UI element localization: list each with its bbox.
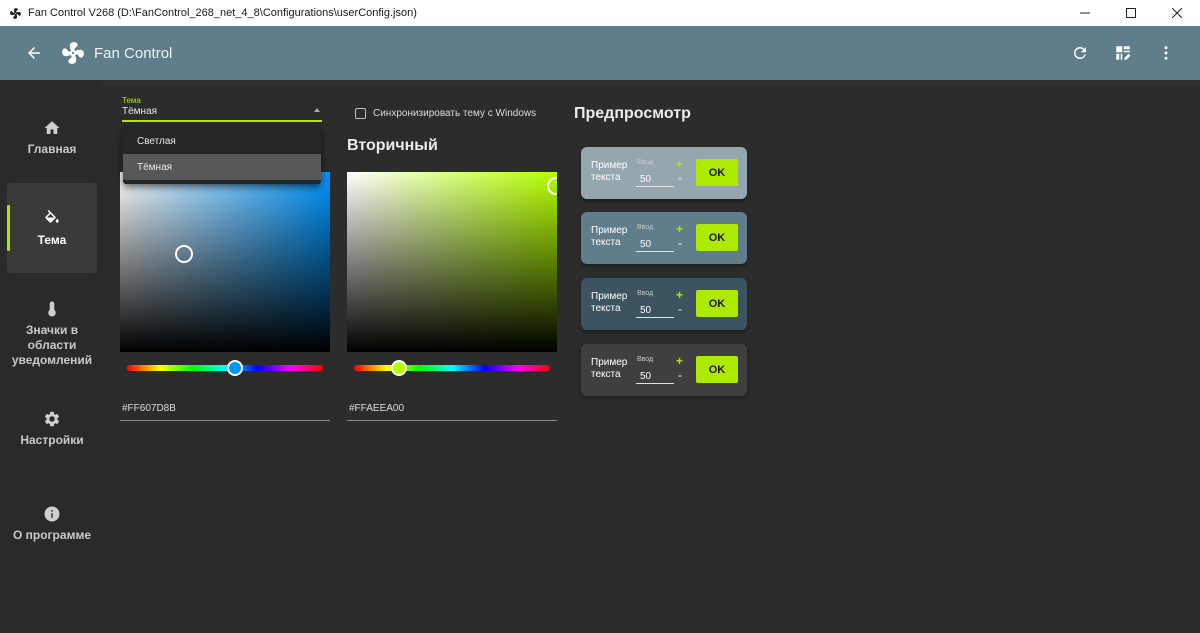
- preview-card-light: Пример текста Ввод 50 + - OK: [581, 147, 747, 199]
- preview-sample-text: Пример текста: [591, 160, 628, 183]
- theme-select-value: Тёмная: [122, 106, 158, 117]
- primary-hue-thumb[interactable]: [227, 360, 243, 376]
- sidebar-item-label: О программе: [12, 527, 91, 542]
- preview-sample-text: Пример текста: [591, 291, 628, 314]
- sync-theme-checkbox[interactable]: Синхронизировать тему с Windows: [355, 108, 536, 119]
- app-title: Fan Control: [94, 44, 173, 62]
- app-bar: Fan Control: [0, 26, 1200, 80]
- secondary-title: Вторичный: [347, 137, 438, 154]
- preview-minus-button[interactable]: -: [678, 171, 682, 185]
- fan-logo-icon: [58, 38, 88, 68]
- preview-sample-text: Пример текста: [591, 357, 628, 380]
- back-arrow-icon[interactable]: [12, 31, 56, 75]
- secondary-hue-slider[interactable]: [354, 360, 550, 376]
- theme-option-light[interactable]: Светлая: [123, 128, 321, 154]
- window-title: Fan Control V268 (D:\FanControl_268_net_…: [28, 7, 417, 19]
- sidebar-item-label: Главная: [27, 141, 77, 156]
- preview-input-value[interactable]: 50: [640, 371, 651, 382]
- theme-option-dark[interactable]: Тёмная: [123, 154, 321, 180]
- sidebar-item-label: Настройки: [20, 432, 84, 447]
- preview-plus-button[interactable]: +: [676, 222, 683, 236]
- preview-minus-button[interactable]: -: [678, 236, 682, 250]
- preview-ok-button[interactable]: OK: [696, 224, 738, 251]
- sidebar-item-home[interactable]: Главная: [7, 92, 97, 182]
- preview-minus-button[interactable]: -: [678, 302, 682, 316]
- preview-ok-button[interactable]: OK: [696, 356, 738, 383]
- preview-input-value[interactable]: 50: [640, 305, 651, 316]
- preview-sample-text: Пример текста: [591, 225, 628, 248]
- home-icon: [42, 118, 62, 138]
- dashboard-edit-icon[interactable]: [1103, 33, 1143, 73]
- fan-app-icon: [8, 6, 22, 20]
- preview-ok-button[interactable]: OK: [696, 159, 738, 186]
- preview-input-value[interactable]: 50: [640, 239, 651, 250]
- sidebar-item-theme[interactable]: Тема: [7, 183, 97, 273]
- preview-card-dark: Пример текста Ввод 50 + - OK: [581, 278, 747, 330]
- primary-hex-field[interactable]: #FF607D8B: [120, 399, 330, 421]
- maximize-button[interactable]: [1108, 0, 1154, 26]
- preview-title: Предпросмотр: [574, 105, 691, 122]
- primary-hex-value: #FF607D8B: [122, 403, 176, 414]
- close-button[interactable]: [1154, 0, 1200, 26]
- paint-bucket-icon: [42, 209, 62, 229]
- preview-input-label: Ввод: [637, 356, 654, 363]
- gear-icon: [42, 409, 62, 429]
- preview-input-label: Ввод: [637, 290, 654, 297]
- thermometer-icon: [42, 299, 62, 319]
- sidebar-item-tray-icons[interactable]: Значки в области уведомлений: [7, 288, 97, 378]
- sync-theme-label: Синхронизировать тему с Windows: [373, 108, 537, 119]
- sidebar-item-settings[interactable]: Настройки: [7, 383, 97, 473]
- info-icon: [42, 504, 62, 524]
- sidebar: Главная Тема Значки в области уведомлени…: [0, 80, 103, 633]
- minimize-button[interactable]: [1062, 0, 1108, 26]
- secondary-hex-value: #FFAEEA00: [349, 403, 405, 414]
- preview-input-label: Ввод: [637, 159, 654, 166]
- chevron-up-icon: [314, 108, 320, 112]
- secondary-saturation-panel[interactable]: [347, 172, 557, 352]
- sidebar-item-label: Значки в области уведомлений: [11, 322, 93, 367]
- preview-plus-button[interactable]: +: [676, 288, 683, 302]
- secondary-hex-field[interactable]: #FFAEEA00: [347, 399, 557, 421]
- theme-select[interactable]: Тема Тёмная: [122, 94, 322, 122]
- preview-ok-button[interactable]: OK: [696, 290, 738, 317]
- preview-card-surface: Пример текста Ввод 50 + - OK: [581, 344, 747, 396]
- window-titlebar: Fan Control V268 (D:\FanControl_268_net_…: [0, 0, 1200, 26]
- refresh-icon[interactable]: [1060, 33, 1100, 73]
- primary-saturation-panel[interactable]: [120, 172, 330, 352]
- theme-select-label: Тема: [122, 96, 141, 105]
- theme-select-underline: [122, 120, 322, 122]
- active-indicator: [7, 205, 10, 251]
- primary-saturation-handle[interactable]: [175, 245, 193, 263]
- more-vertical-icon[interactable]: [1146, 33, 1186, 73]
- preview-minus-button[interactable]: -: [678, 368, 682, 382]
- preview-input-label: Ввод: [637, 224, 654, 231]
- preview-input-value[interactable]: 50: [640, 174, 651, 185]
- theme-dropdown-menu: Светлая Тёмная: [123, 126, 321, 184]
- preview-plus-button[interactable]: +: [676, 354, 683, 368]
- preview-plus-button[interactable]: +: [676, 157, 683, 171]
- secondary-hue-thumb[interactable]: [391, 360, 407, 376]
- primary-hue-slider[interactable]: [127, 360, 323, 376]
- sidebar-item-about[interactable]: О программе: [7, 478, 97, 568]
- sidebar-item-label: Тема: [37, 232, 67, 247]
- preview-card-primary: Пример текста Ввод 50 + - OK: [581, 212, 747, 264]
- checkbox-box[interactable]: [355, 108, 366, 119]
